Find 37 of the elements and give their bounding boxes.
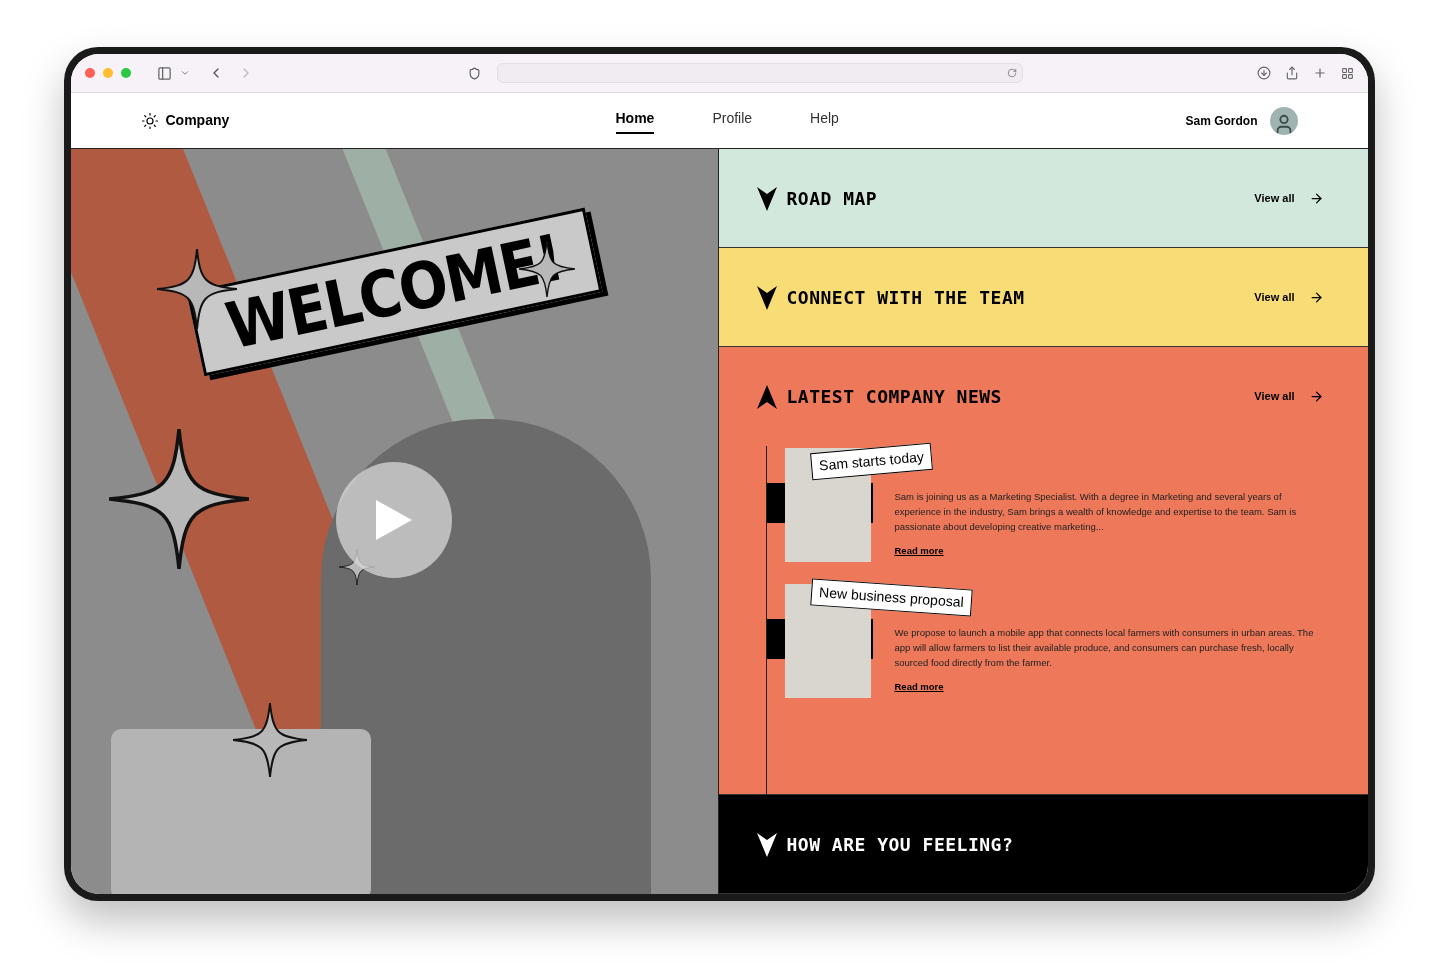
shield-icon[interactable]	[467, 66, 481, 80]
tabs-grid-icon[interactable]	[1340, 66, 1354, 80]
arrow-right-icon	[1308, 389, 1324, 404]
chevron-up-icon	[756, 384, 777, 409]
read-more-link[interactable]: Read more	[894, 544, 1318, 559]
news-description: We propose to launch a mobile app that connects local farmers with consumers in urban areas. The app will allow farmers to list their available produce, and consumers can purchase fresh, locally sourced food directly from the farmer.	[894, 626, 1315, 670]
section-title[interactable]: ROAD MAP	[786, 185, 878, 212]
sparkle-icon	[232, 703, 307, 777]
section-title[interactable]: LATEST COMPANY NEWS	[786, 383, 1002, 410]
news-description: Sam is joining us as a Marketing Specialist. With a degree in Marketing and several years of experience in the industry, Sam brings a wealth of knowledge and expertise to the team. Sam is passionate about developing creative marketing...	[894, 490, 1298, 534]
view-all-link[interactable]: View all	[1254, 388, 1324, 405]
user-avatar[interactable]	[1269, 106, 1298, 135]
chevron-down-icon[interactable]	[179, 68, 190, 78]
chevron-down-icon	[756, 285, 777, 310]
arrow-right-icon	[1308, 191, 1324, 206]
nav-link[interactable]: Help	[810, 107, 839, 134]
view-all-link[interactable]: View all	[1254, 289, 1324, 306]
view-all-link[interactable]: View all	[1254, 190, 1324, 207]
news-title-tag: Sam starts today	[809, 442, 933, 481]
read-more-link[interactable]: Read more	[894, 680, 1318, 695]
sparkle-icon	[108, 429, 249, 569]
section-title[interactable]: HOW ARE YOU FEELING?	[786, 831, 1014, 858]
share-icon[interactable]	[1284, 66, 1299, 80]
nav-link[interactable]: Profile	[712, 107, 753, 134]
close-window-button[interactable]	[84, 68, 95, 78]
sun-logo-icon	[140, 111, 159, 130]
sidebar-icon[interactable]	[156, 65, 172, 81]
arrow-right-icon	[1308, 290, 1324, 305]
brand-name: Company	[165, 111, 231, 130]
play-icon	[373, 498, 414, 542]
chevron-down-icon	[756, 832, 777, 857]
download-icon[interactable]	[1256, 66, 1271, 80]
chevron-down-icon	[756, 186, 777, 211]
nav-link[interactable]: Home	[615, 107, 655, 134]
reload-icon[interactable]	[1006, 68, 1017, 78]
section-title[interactable]: CONNECT WITH THE TEAM	[786, 284, 1025, 311]
user-name: Sam Gordon	[1185, 112, 1258, 130]
